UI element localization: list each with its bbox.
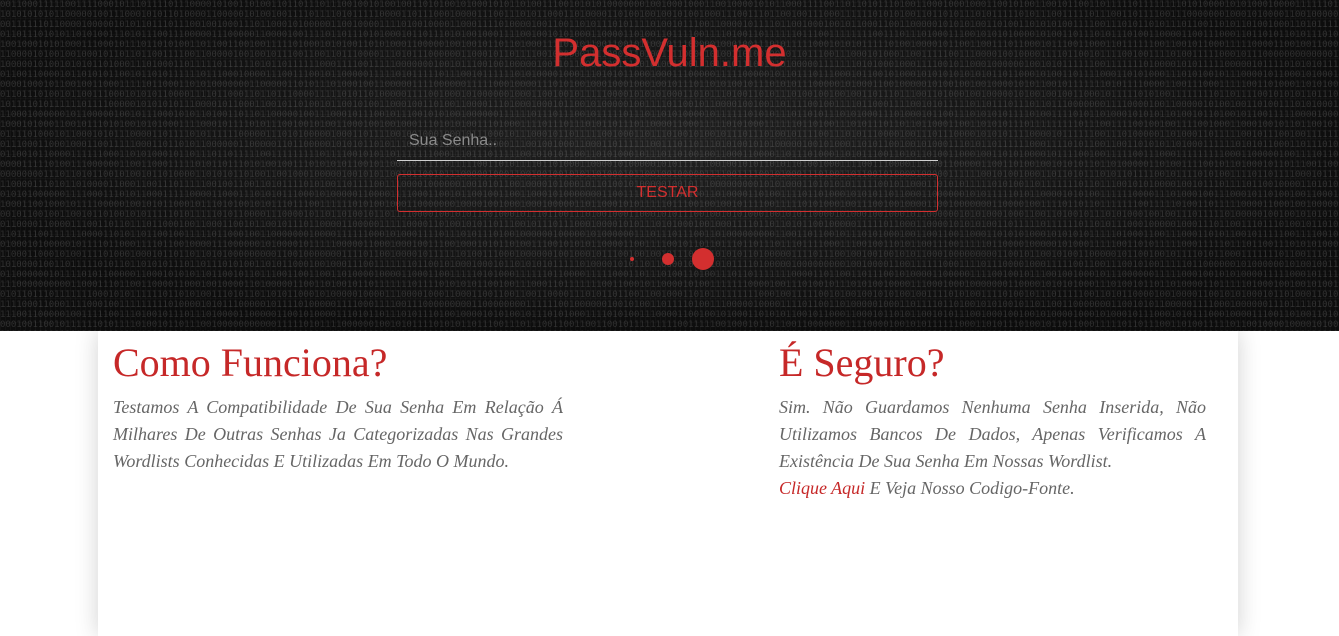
- loading-dot-large: [692, 248, 714, 270]
- hero-banner: 0011000111110011110001011101111011100001…: [0, 0, 1339, 331]
- loading-dot-medium: [662, 253, 674, 265]
- is-safe-text: Sim. Não Guardamos Nenhuma Senha Inserid…: [779, 397, 1206, 471]
- site-title: PassVuln.me: [552, 31, 787, 75]
- info-card: Como Funciona? Testamos A Compatibilidad…: [98, 331, 1238, 636]
- how-it-works-text: Testamos A Compatibilidade De Sua Senha …: [113, 397, 563, 471]
- is-safe-paragraph: Sim. Não Guardamos Nenhuma Senha Inserid…: [779, 394, 1206, 502]
- test-button[interactable]: TESTAR: [397, 174, 938, 212]
- source-code-link[interactable]: Clique Aqui: [779, 478, 865, 498]
- password-input[interactable]: [397, 121, 938, 161]
- source-code-link-suffix: E Veja Nosso Codigo-Fonte.: [865, 478, 1075, 498]
- how-it-works-heading: Como Funciona?: [113, 340, 388, 385]
- loading-dot-small: [630, 257, 634, 261]
- is-safe-heading: É Seguro?: [779, 340, 945, 385]
